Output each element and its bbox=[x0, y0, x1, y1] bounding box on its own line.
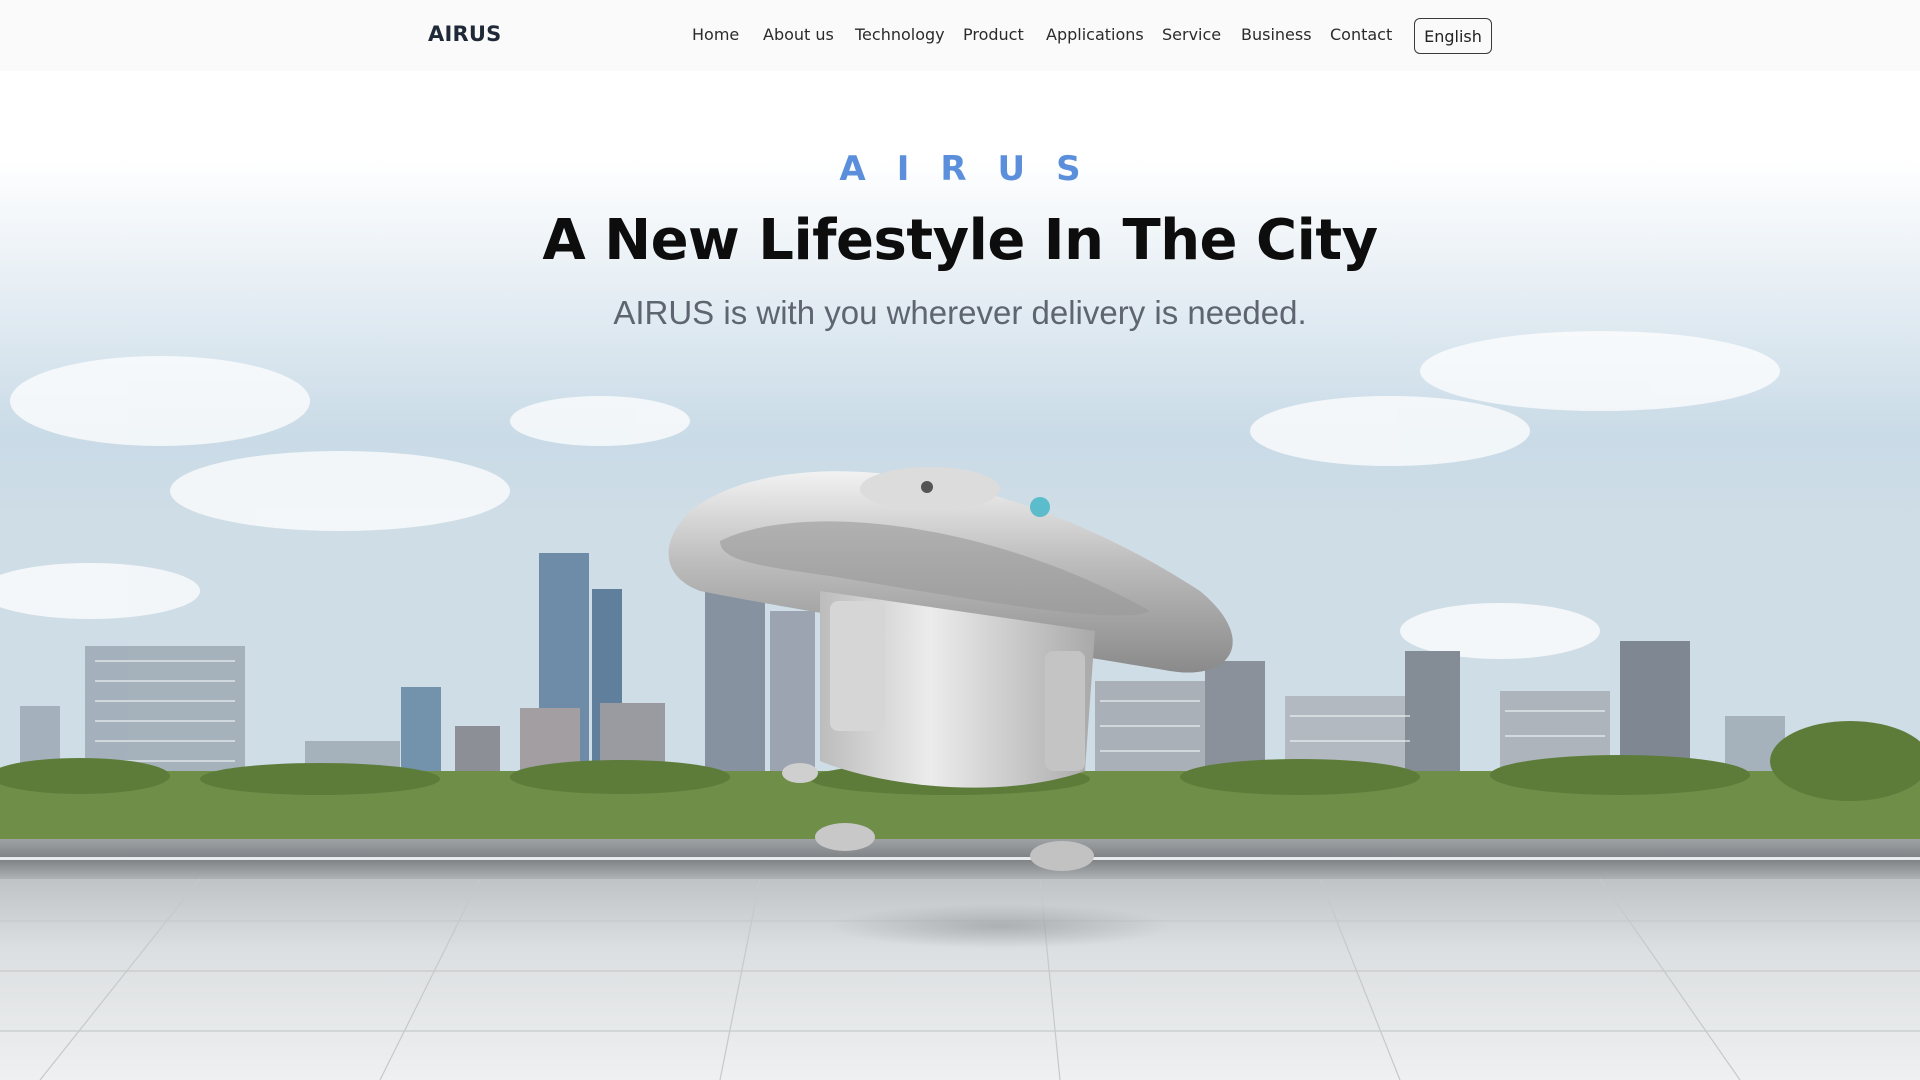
nav-link-business[interactable]: Business bbox=[1241, 25, 1312, 44]
nav-link-about-us[interactable]: About us bbox=[763, 25, 834, 44]
nav-link-contact[interactable]: Contact bbox=[1330, 25, 1392, 44]
hero-subline: AIRUS is with you wherever delivery is n… bbox=[613, 294, 1307, 331]
hero-headline: A New Lifestyle In The City bbox=[542, 208, 1378, 273]
nav-link-home[interactable]: Home bbox=[692, 25, 739, 44]
hero-eyebrow: AIRUS bbox=[839, 149, 1112, 189]
nav-link-service[interactable]: Service bbox=[1162, 25, 1221, 44]
language-button[interactable]: English bbox=[1414, 18, 1492, 54]
nav-link-applications[interactable]: Applications bbox=[1046, 25, 1144, 44]
hero-section: AIRUS A New Lifestyle In The City AIRUS … bbox=[0, 71, 1920, 1080]
main-nav: Home About us Technology Product Applica… bbox=[0, 25, 1920, 47]
nav-link-technology[interactable]: Technology bbox=[855, 25, 945, 44]
top-navbar: AIRUS Home About us Technology Product A… bbox=[0, 0, 1920, 71]
nav-link-product[interactable]: Product bbox=[963, 25, 1024, 44]
